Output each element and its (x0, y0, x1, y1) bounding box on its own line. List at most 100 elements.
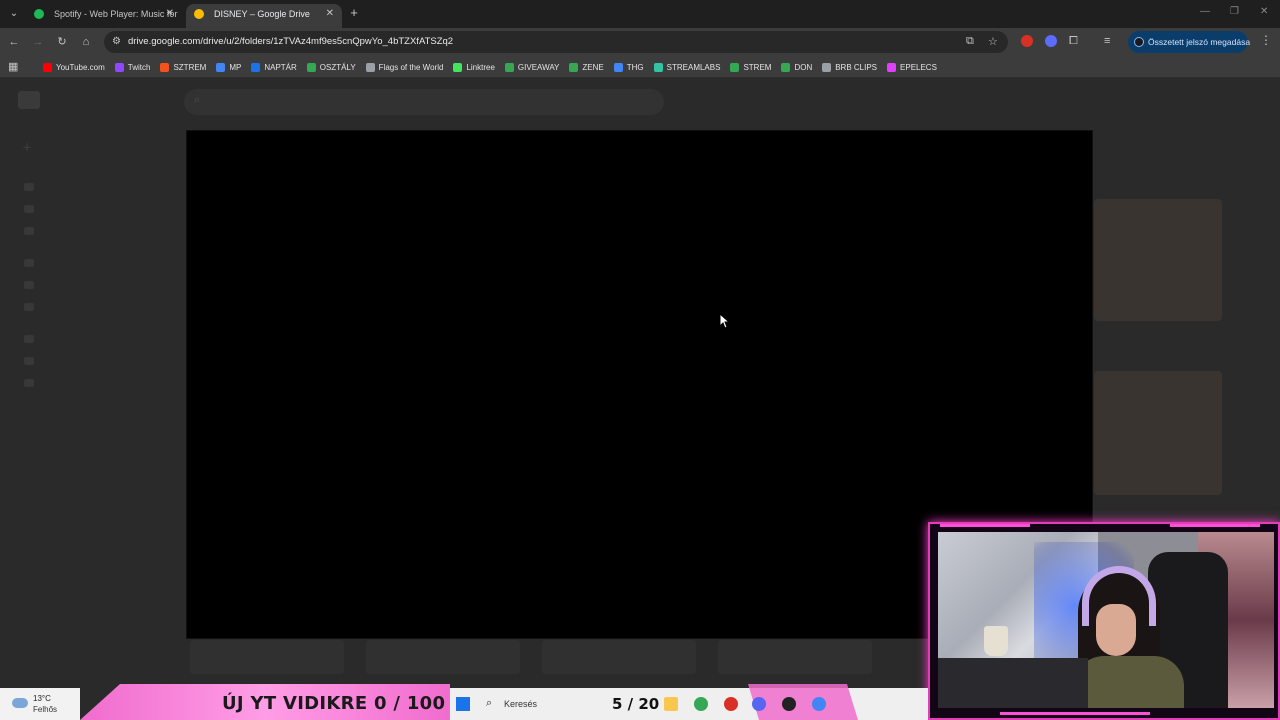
bookmark-item[interactable]: EPELECS (882, 56, 942, 78)
bookmark-favicon-icon (114, 62, 124, 72)
discord-icon[interactable] (752, 697, 766, 711)
bookmark-favicon-icon (730, 62, 740, 72)
close-window-icon[interactable]: ✕ (1260, 6, 1268, 17)
tab-spotify[interactable]: Spotify - Web Player: Music for ✕ (26, 4, 182, 28)
bookmark-label: Flags of the World (378, 62, 444, 72)
install-app-icon[interactable]: ⧉ (966, 35, 974, 48)
app-icon[interactable] (782, 697, 796, 711)
bookmark-item[interactable]: NAPTÁR (246, 56, 301, 78)
weather-condition: Felhős (33, 705, 58, 714)
bookmark-favicon-icon (453, 62, 463, 72)
apps-grid-icon[interactable]: ▦ (8, 60, 18, 73)
search-icon[interactable]: ⌕ (486, 697, 492, 710)
tab-strip: ⌄ Spotify - Web Player: Music for ✕ DISN… (0, 0, 1280, 28)
search-icon: ⌕ (194, 94, 201, 106)
file-thumbnail (1094, 371, 1222, 495)
thumbnail-strip-item (366, 640, 520, 674)
tab-title: DISNEY – Google Drive (214, 9, 310, 19)
bookmark-favicon-icon (251, 62, 261, 72)
bookmark-item[interactable]: GIVEAWAY (500, 56, 565, 78)
mug (984, 626, 1008, 656)
chrome-icon[interactable] (694, 697, 708, 711)
forward-icon[interactable]: → (30, 34, 46, 50)
bookmark-star-icon[interactable]: ☆ (988, 35, 998, 48)
weather-widget[interactable]: 13°C Felhős (0, 688, 80, 720)
extensions-puzzle-icon[interactable]: ⧠ (1069, 35, 1078, 48)
minimize-icon[interactable]: — (1200, 6, 1210, 17)
sidebar-item-dimmed (24, 281, 34, 289)
reading-list-icon[interactable]: ≡ (1104, 35, 1110, 47)
tab-search-chevron-icon[interactable]: ⌄ (6, 6, 22, 22)
maximize-icon[interactable]: ❐ (1230, 6, 1239, 17)
site-info-icon[interactable]: ⚙ (112, 36, 121, 47)
home-icon[interactable]: ⌂ (78, 34, 94, 50)
bookmark-item[interactable]: ZENE (564, 56, 608, 78)
bookmark-item[interactable]: DON (776, 56, 817, 78)
bookmark-label: MP (229, 62, 242, 72)
extension-red-icon[interactable] (1021, 35, 1033, 47)
bookmark-item[interactable]: STREAMLABS (649, 56, 726, 78)
bookmark-favicon-icon (160, 62, 170, 72)
bookmark-favicon-icon (569, 62, 579, 72)
sidebar-item-dimmed (24, 205, 34, 213)
bookmark-item[interactable]: Flags of the World (361, 56, 449, 78)
frame-accent (1170, 524, 1260, 527)
sidebar-item-dimmed (24, 259, 34, 267)
extension-blue-icon[interactable] (1045, 35, 1057, 47)
bookmark-favicon-icon (216, 62, 226, 72)
bookmark-label: THG (626, 62, 644, 72)
bookmark-item[interactable]: Twitch (110, 56, 156, 78)
thumbnail-strip-item (190, 640, 344, 674)
bookmark-item[interactable]: MP (211, 56, 246, 78)
file-explorer-icon[interactable] (664, 697, 678, 711)
bookmark-item[interactable]: Linktree (448, 56, 499, 78)
thumbnail-strip-item (542, 640, 696, 674)
browser-profile-icon[interactable] (812, 697, 826, 711)
taskbar-search-input[interactable]: Keresés (504, 699, 537, 709)
back-icon[interactable]: ← (6, 34, 22, 50)
bookmark-favicon-icon (306, 62, 316, 72)
new-button-dimmed: ＋ (22, 143, 32, 154)
bookmark-item[interactable]: STREM (725, 56, 776, 78)
opera-icon[interactable] (724, 697, 738, 711)
sidebar-item-dimmed (24, 335, 34, 343)
bookmarks-bar: ▦ YouTube.com Twitch SZTREM MP NAPTÁR OSZTÁLY… (0, 56, 1280, 78)
headset (1082, 566, 1156, 626)
new-tab-icon[interactable]: + (346, 5, 362, 21)
drive-logo-icon (18, 91, 40, 109)
drive-favicon-icon (194, 9, 204, 19)
bookmark-item[interactable]: OSZTÁLY (302, 56, 361, 78)
goal-counter: 5 / 20 (612, 695, 660, 713)
close-tab-icon[interactable]: ✕ (166, 4, 174, 24)
bookmark-label: NAPTÁR (264, 62, 297, 72)
sidebar-item-dimmed (24, 357, 34, 365)
windows-start-icon[interactable] (456, 697, 470, 711)
streamer-body (1074, 656, 1184, 708)
bookmark-favicon-icon (653, 62, 663, 72)
bookmark-item[interactable]: SZTREM (155, 56, 211, 78)
sidebar-item-dimmed (24, 227, 34, 235)
thumbnail-strip-item (718, 640, 872, 674)
bookmark-label: Linktree (466, 62, 495, 72)
bookmark-label: YouTube.com (56, 62, 105, 72)
bookmark-label: SZTREM (173, 62, 207, 72)
password-suggestion-pill[interactable]: Összetett jelszó megadása (1128, 31, 1250, 53)
sidebar-item-dimmed (24, 183, 34, 191)
bookmark-favicon-icon (887, 62, 897, 72)
address-bar[interactable]: ⚙ drive.google.com/drive/u/2/folders/1zT… (104, 31, 1008, 53)
close-tab-icon[interactable]: ✕ (326, 4, 334, 24)
bookmark-item[interactable]: BRB CLIPS (817, 56, 882, 78)
tab-drive[interactable]: DISNEY – Google Drive ✕ (186, 4, 342, 28)
sidebar-item-dimmed (24, 379, 34, 387)
mouse-cursor-icon (719, 312, 731, 334)
browser-menu-icon[interactable]: ⋮ (1260, 33, 1272, 47)
bookmark-item[interactable]: THG (609, 56, 649, 78)
frame-accent (940, 524, 1030, 527)
cloud-icon (12, 698, 28, 708)
bookmark-label: GIVEAWAY (517, 62, 560, 72)
bookmark-label: DON (794, 62, 813, 72)
reload-icon[interactable]: ↻ (54, 34, 70, 50)
bookmark-item[interactable]: YouTube.com (38, 56, 110, 78)
toolbar: ← → ↻ ⌂ ⚙ drive.google.com/drive/u/2/fol… (0, 28, 1280, 56)
webcam-feed (938, 532, 1274, 708)
